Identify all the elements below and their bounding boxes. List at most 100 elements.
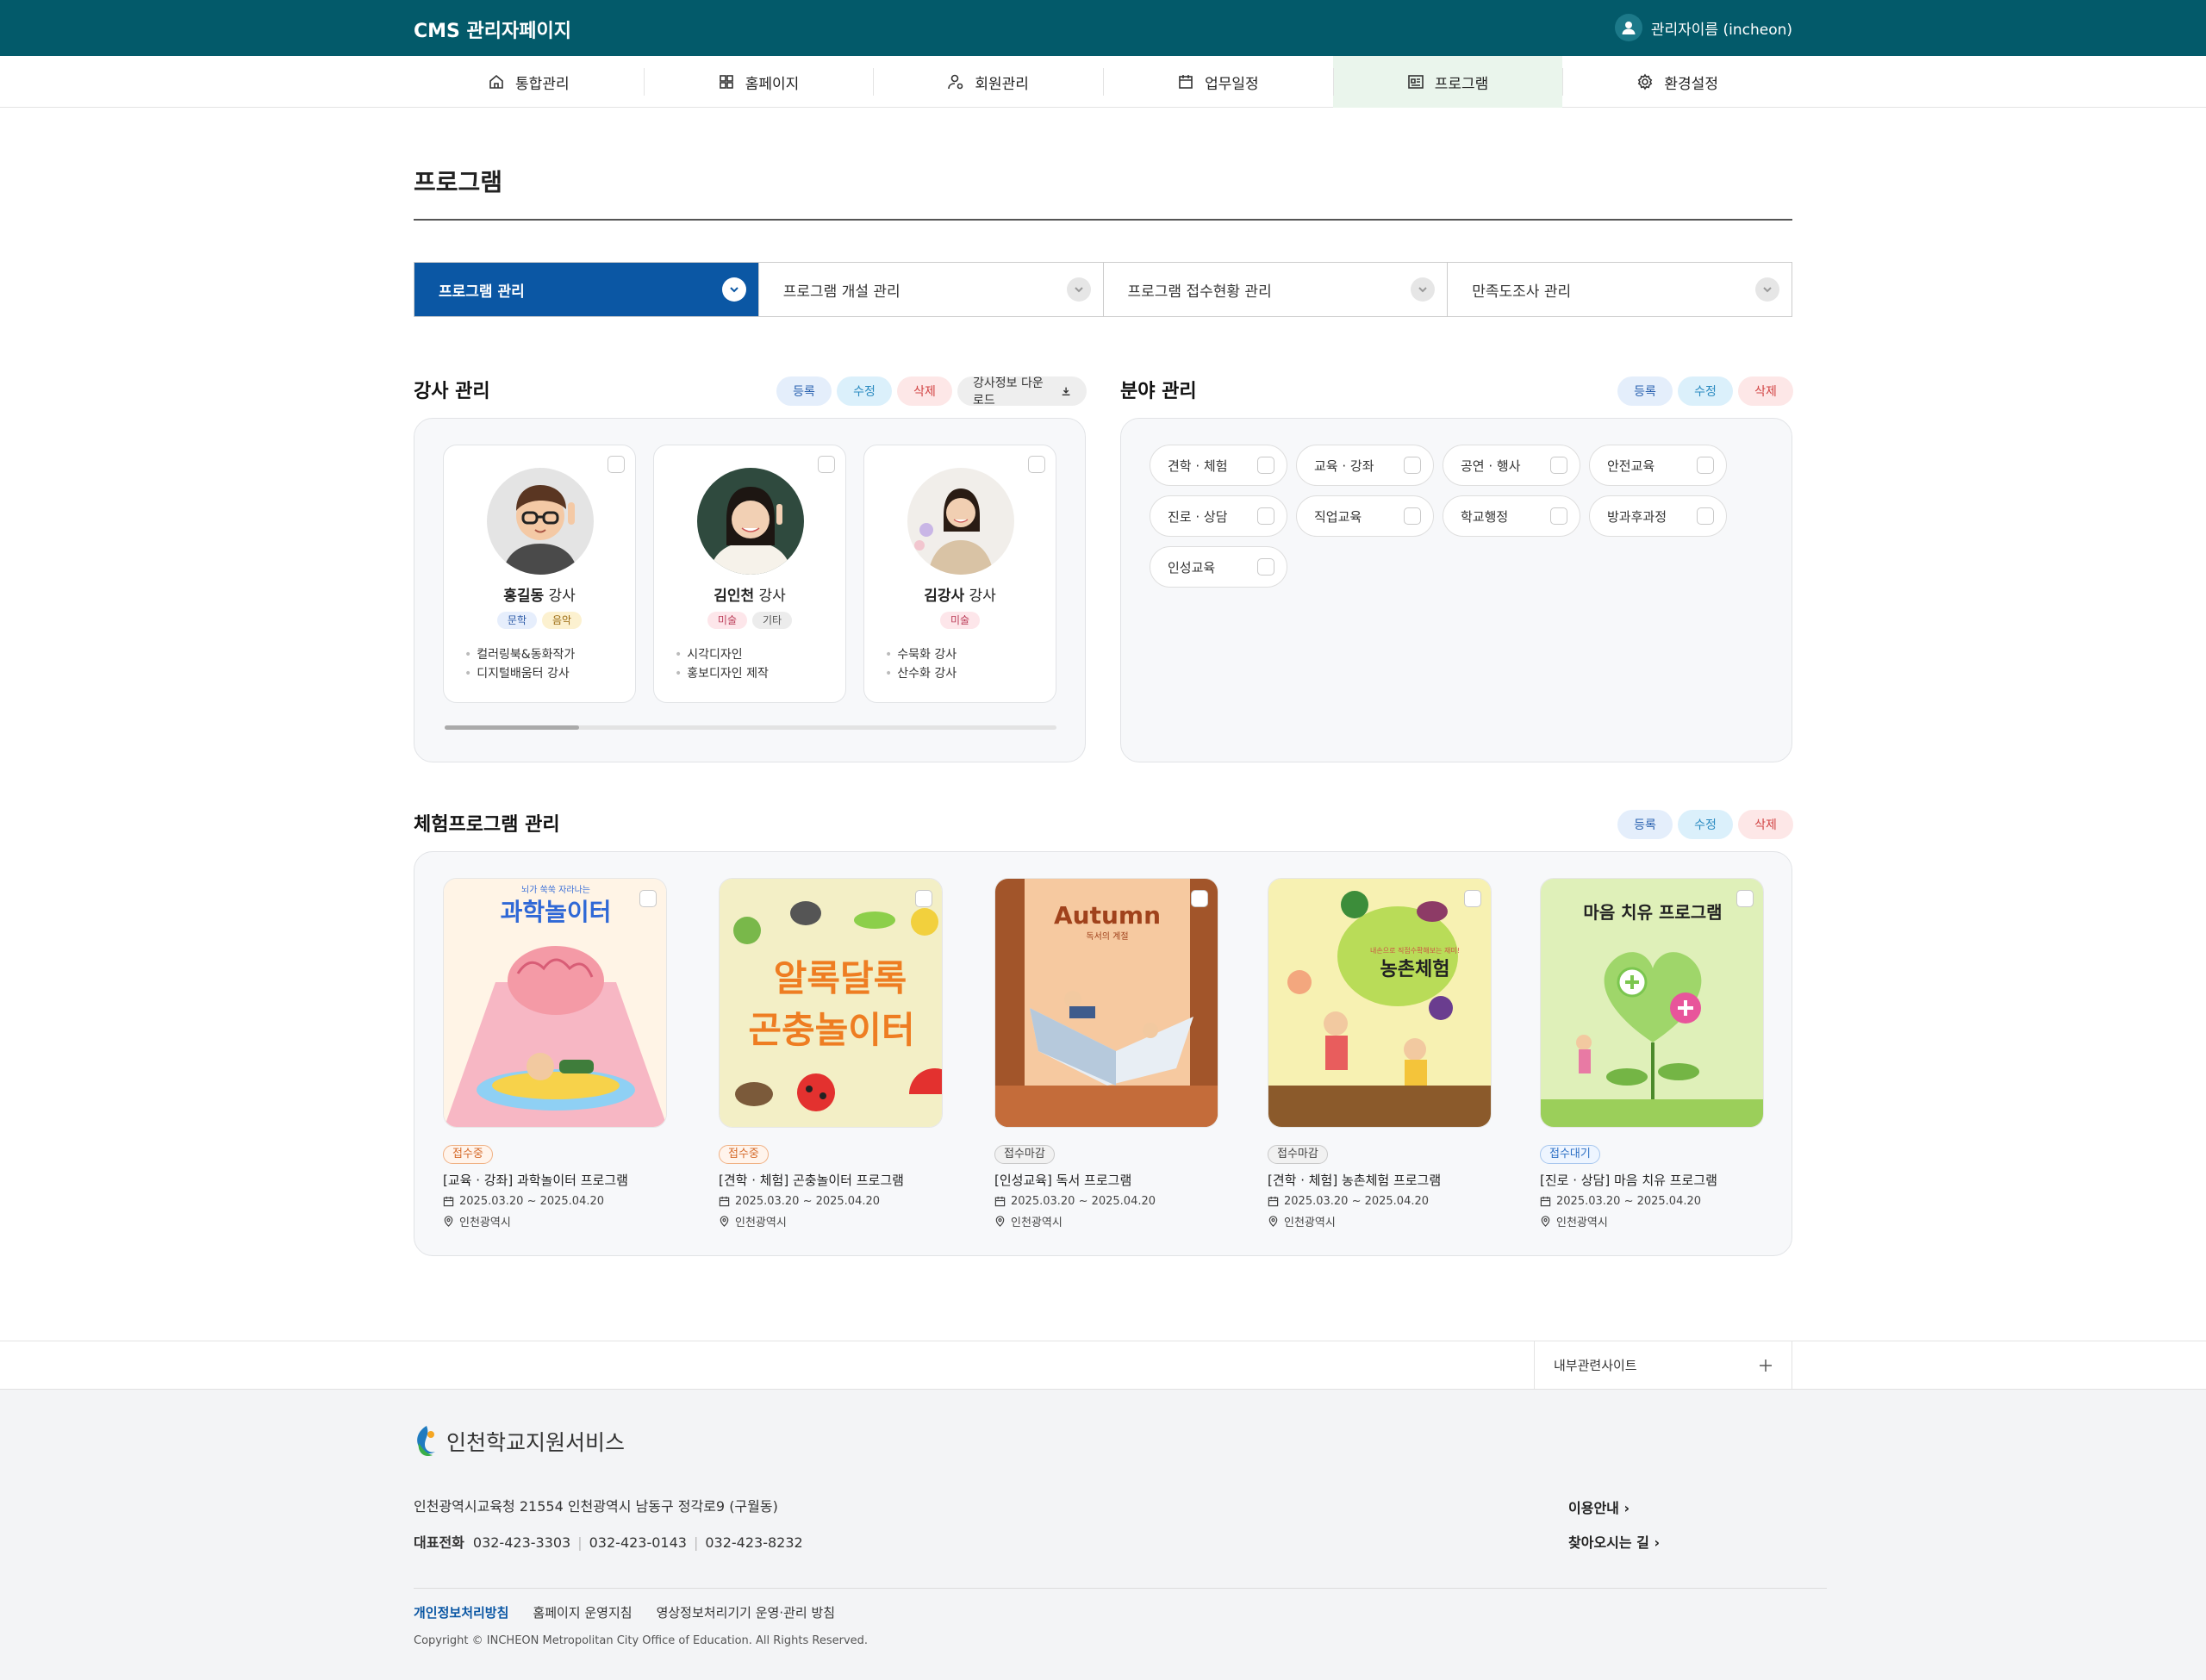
nav-item-schedule[interactable]: 업무일정 [1103, 56, 1333, 108]
program-status-badge: 접수중 [443, 1145, 493, 1164]
tag: 미술 [939, 612, 981, 629]
field-chip[interactable]: 직업교육 [1296, 495, 1434, 537]
program-title: [인성교육] 독서 프로그램 [994, 1173, 1132, 1188]
program-place-text: 인천광역시 [735, 1216, 787, 1229]
field-checkbox[interactable] [1550, 457, 1567, 474]
program-period-text: 2025.03.20 ~ 2025.04.20 [1011, 1195, 1156, 1208]
privacy-policy-link[interactable]: 개인정보처리방침 [414, 1603, 508, 1621]
program-checkbox[interactable] [1736, 890, 1754, 907]
instructor-panel: 홍길동 강사 문학 음악 컬러링북&동화작가 디지털배움터 강사 김인천 강사 … [414, 418, 1086, 762]
program-poster: Autumn 독서의 계절 [994, 878, 1218, 1128]
instructor-card[interactable]: 김인천 강사 미술 기타 시각디자인 홍보디자인 제작 [653, 445, 846, 703]
instructor-edit-button[interactable]: 수정 [837, 376, 892, 406]
calendar-icon [1540, 1196, 1551, 1207]
related-sites-label: 내부관련사이트 [1554, 1358, 1637, 1373]
field-chip[interactable]: 견학 · 체험 [1150, 445, 1287, 486]
instructor-checkbox[interactable] [1028, 456, 1045, 473]
program-period-text: 2025.03.20 ~ 2025.04.20 [1556, 1195, 1702, 1208]
field-chip[interactable]: 안전교육 [1589, 445, 1727, 486]
field-checkbox[interactable] [1697, 507, 1714, 525]
footer-logo-text: 인천학교지원서비스 [446, 1430, 626, 1455]
phone-number: 032-423-0143 [589, 1534, 687, 1551]
program-edit-button[interactable]: 수정 [1678, 810, 1733, 839]
field-label: 교육 · 강좌 [1314, 457, 1374, 474]
poster-title: 마음 치유 프로그램 [1583, 902, 1722, 923]
tab-program-applications[interactable]: 프로그램 접수현황 관리 [1102, 263, 1448, 316]
instructor-section-title: 강사 관리 [414, 381, 490, 402]
field-checkbox[interactable] [1257, 558, 1274, 576]
field-checkbox[interactable] [1697, 457, 1714, 474]
scrollbar-thumb[interactable] [445, 725, 580, 730]
nav-item-settings[interactable]: 환경설정 [1562, 56, 1792, 108]
instructor-delete-button[interactable]: 삭제 [897, 376, 952, 406]
program-checkbox[interactable] [915, 890, 932, 907]
field-checkbox[interactable] [1257, 507, 1274, 525]
instructor-career-list: 수묵화 강사 산수화 강사 [885, 645, 957, 683]
user-name: 관리자이름 (incheon) [1650, 21, 1792, 39]
chevron-right-icon: › [1654, 1534, 1661, 1551]
calendar-icon [1179, 75, 1193, 89]
field-checkbox[interactable] [1404, 507, 1421, 525]
program-register-button[interactable]: 등록 [1617, 810, 1673, 839]
tab-program-open[interactable]: 프로그램 개설 관리 [757, 263, 1103, 316]
nav-item-program[interactable]: 프로그램 [1332, 56, 1563, 108]
chevron-down-icon [1066, 277, 1091, 302]
site-policy-link[interactable]: 홈페이지 운영지침 [533, 1603, 632, 1621]
field-checkbox[interactable] [1550, 507, 1567, 525]
program-title: [진로 · 상담] 마음 치유 프로그램 [1540, 1173, 1717, 1188]
career-item: 홍보디자인 제작 [675, 664, 769, 683]
field-chip[interactable]: 공연 · 행사 [1443, 445, 1580, 486]
instructor-photo [487, 468, 594, 575]
calendar-icon [719, 1196, 730, 1207]
program-checkbox[interactable] [1191, 890, 1208, 907]
tab-program-manage[interactable]: 프로그램 관리 [414, 263, 758, 316]
field-checkbox[interactable] [1404, 457, 1421, 474]
field-chip[interactable]: 교육 · 강좌 [1296, 445, 1434, 486]
instructor-name: 김강사 [924, 588, 965, 605]
related-sites-dropdown[interactable]: 내부관련사이트 [1534, 1341, 1792, 1389]
location-pin-icon [1268, 1216, 1278, 1227]
program-checkbox[interactable] [1464, 890, 1481, 907]
program-place: 인천광역시 [443, 1213, 511, 1229]
program-checkbox[interactable] [639, 890, 657, 907]
cctv-policy-link[interactable]: 영상정보처리기기 운영·관리 방침 [657, 1603, 836, 1621]
nav-item-members[interactable]: 회원관리 [873, 56, 1103, 108]
field-edit-button[interactable]: 수정 [1678, 376, 1733, 406]
tab-satisfaction-survey[interactable]: 만족도조사 관리 [1447, 263, 1792, 316]
app-title[interactable]: CMS 관리자페이지 [414, 16, 571, 43]
instructor-card[interactable]: 김강사 강사 미술 수묵화 강사 산수화 강사 [863, 445, 1056, 703]
user-menu[interactable]: 관리자이름 (incheon) [1614, 14, 1792, 41]
poster-subtitle: 곤충놀이터 [748, 1009, 914, 1051]
directions-link[interactable]: 찾아오시는 길 › [1568, 1531, 1660, 1552]
field-delete-button[interactable]: 삭제 [1738, 376, 1793, 406]
instructor-register-button[interactable]: 등록 [776, 376, 832, 406]
phone-number: 032-423-3303 [472, 1534, 571, 1551]
field-register-button[interactable]: 등록 [1617, 376, 1673, 406]
instructor-checkbox[interactable] [818, 456, 835, 473]
title-divider [414, 219, 1792, 221]
program-delete-button[interactable]: 삭제 [1738, 810, 1793, 839]
field-chip[interactable]: 진로 · 상담 [1150, 495, 1287, 537]
instructor-tags: 문학 음악 [444, 612, 635, 629]
instructor-download-button[interactable]: 강사정보 다운로드 [957, 376, 1087, 408]
instructor-card[interactable]: 홍길동 강사 문학 음악 컬러링북&동화작가 디지털배움터 강사 [443, 445, 636, 703]
directions-label: 찾아오시는 길 [1568, 1534, 1649, 1551]
field-chip[interactable]: 방과후과정 [1589, 495, 1727, 537]
incheon-logo-icon [417, 1426, 435, 1457]
program-panel: 뇌가 쑥쑥 자라나는 과학놀이터 접수중 [교육 · 강좌] 과학놀이터 프로그램… [414, 851, 1792, 1256]
career-item: 수묵화 강사 [885, 645, 957, 664]
field-checkbox[interactable] [1257, 457, 1274, 474]
nav-item-integrated[interactable]: 통합관리 [414, 56, 644, 108]
field-chip[interactable]: 인성교육 [1150, 546, 1287, 588]
program-period: 2025.03.20 ~ 2025.04.20 [443, 1195, 604, 1208]
nav-item-homepage[interactable]: 홈페이지 [643, 56, 874, 108]
footer-logo[interactable]: 인천학교지원서비스 [414, 1424, 625, 1459]
instructor-scrollbar[interactable] [445, 725, 1056, 730]
program-status-badge: 접수중 [719, 1145, 769, 1164]
field-label: 안전교육 [1607, 457, 1655, 474]
usage-guide-link[interactable]: 이용안내 › [1568, 1496, 1630, 1517]
footer-address: 인천광역시교육청 21554 인천광역시 남동구 정각로9 (구월동) [414, 1498, 778, 1515]
instructor-tags: 미술 기타 [654, 612, 845, 629]
instructor-checkbox[interactable] [608, 456, 625, 473]
field-chip[interactable]: 학교행정 [1443, 495, 1580, 537]
